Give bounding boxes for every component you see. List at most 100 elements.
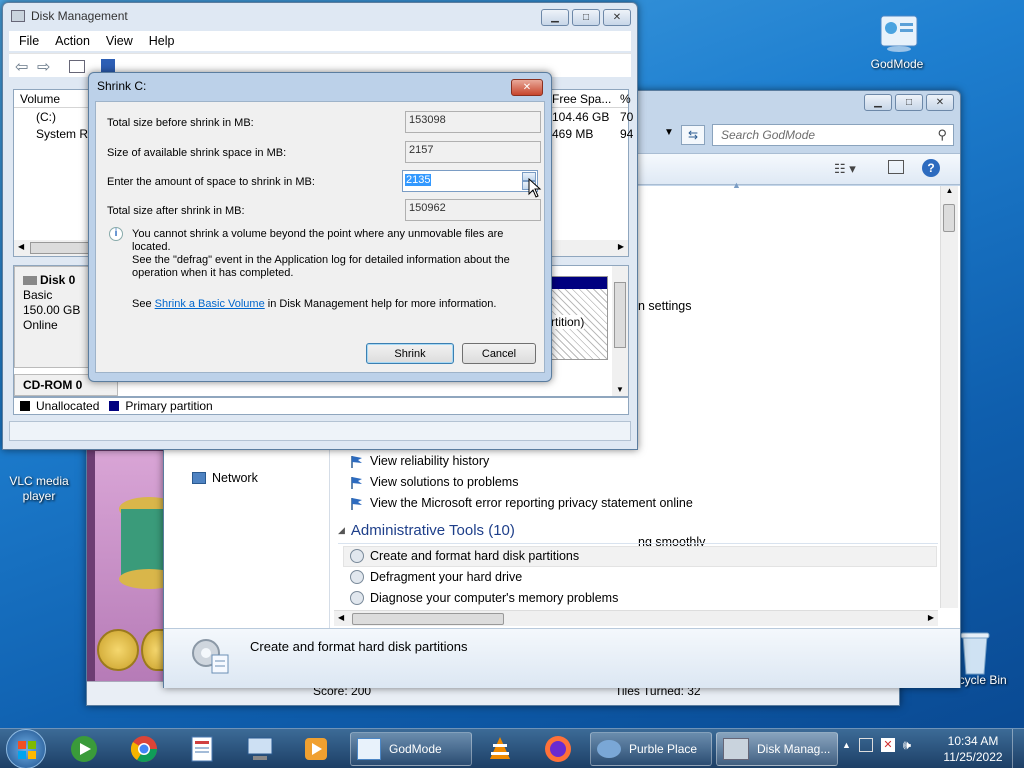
help-icon[interactable]: ? — [922, 159, 940, 177]
link-error-reporting-privacy[interactable]: View the Microsoft error reporting priva… — [350, 496, 693, 510]
scroll-right-icon[interactable]: ▶ — [618, 242, 624, 251]
shrink-dialog-body: Total size before shrink in MB: 153098 S… — [95, 101, 545, 373]
pinned-remote-desktop-icon[interactable] — [240, 733, 280, 765]
scrollbar-thumb[interactable] — [352, 613, 504, 625]
clock-time: 10:34 AM — [947, 734, 999, 748]
scroll-down-icon[interactable]: ▼ — [616, 385, 624, 394]
control-panel-icon — [877, 14, 918, 54]
nav-item-network[interactable]: Network — [192, 471, 258, 485]
admin-item-diagnose-memory[interactable]: Diagnose your computer's memory problems — [350, 591, 618, 605]
taskbar-button-purble-place[interactable]: Purble Place — [590, 732, 712, 766]
admin-item-create-format-partitions[interactable]: Create and format hard disk partitions — [350, 549, 579, 563]
scroll-left-icon[interactable]: ◀ — [18, 242, 24, 251]
maximize-button[interactable]: □ — [895, 94, 923, 111]
help-icon[interactable] — [101, 59, 115, 73]
volume-name: (C:) — [36, 110, 56, 124]
shrink-basic-volume-link[interactable]: Shrink a Basic Volume — [155, 298, 265, 310]
desktop-icon-vlc[interactable]: VLC media player — [4, 446, 74, 504]
collapse-triangle-icon[interactable]: ◢ — [338, 525, 345, 536]
desktop-icon-label: GodMode — [870, 57, 924, 71]
purble-place-icon — [597, 740, 621, 758]
scrollbar-thumb[interactable] — [614, 282, 626, 348]
amount-stepper[interactable]: 2135 — [402, 170, 538, 192]
menu-file[interactable]: File — [19, 34, 39, 48]
admin-tool-icon — [350, 549, 364, 563]
section-divider — [338, 543, 938, 544]
search-box[interactable]: Search GodMode ⚲ — [712, 124, 954, 146]
menu-help[interactable]: Help — [149, 34, 175, 48]
game-cake-image — [109, 489, 179, 599]
disk-icon — [23, 276, 37, 285]
show-desktop-button[interactable] — [1012, 729, 1024, 768]
back-arrow-icon[interactable]: ⇦ — [15, 57, 28, 77]
shrink-dialog: Shrink C: ✕ Total size before shrink in … — [88, 72, 552, 382]
cancel-button[interactable]: Cancel — [462, 343, 536, 364]
close-button[interactable]: ✕ — [511, 79, 543, 96]
menu-view[interactable]: View — [106, 34, 133, 48]
unallocated-swatch — [20, 401, 30, 411]
pinned-chrome-icon[interactable] — [124, 733, 164, 765]
scroll-right-icon[interactable]: ▶ — [928, 613, 934, 622]
help-reference: See Shrink a Basic Volume in Disk Manage… — [132, 298, 497, 310]
horizontal-scrollbar[interactable]: ◀ ▶ — [334, 610, 938, 626]
column-header-volume[interactable]: Volume — [20, 92, 60, 106]
taskbar-button-godmode[interactable]: GodMode — [350, 732, 472, 766]
shrink-dialog-titlebar: Shrink C: — [89, 73, 551, 99]
scrollbar-thumb[interactable] — [30, 242, 90, 254]
admin-item-defragment[interactable]: Defragment your hard drive — [350, 570, 522, 584]
preview-pane-icon[interactable] — [888, 160, 904, 174]
free-space: 469 MB — [552, 127, 594, 141]
window-controls: ▁ □ ✕ — [541, 9, 631, 26]
amount-input[interactable]: 2135 — [405, 174, 432, 186]
vertical-scrollbar[interactable]: ▲ — [940, 186, 958, 608]
scroll-up-icon[interactable]: ▲ — [941, 186, 958, 195]
close-button[interactable]: ✕ — [926, 94, 954, 111]
close-button[interactable]: ✕ — [603, 9, 631, 26]
view-options-icon[interactable]: ☷ ▾ — [834, 161, 856, 177]
shrink-button[interactable]: Shrink — [366, 343, 454, 364]
maximize-button[interactable]: □ — [572, 9, 600, 26]
start-button[interactable] — [6, 729, 46, 768]
search-input[interactable]: Search GodMode — [721, 128, 815, 142]
pinned-vlc-icon[interactable] — [480, 733, 520, 765]
menu-bar: File Action View Help — [9, 31, 631, 51]
scrollbar-thumb[interactable] — [943, 204, 955, 232]
partition-block[interactable]: rtition) — [550, 276, 608, 360]
network-icon[interactable] — [858, 738, 873, 752]
free-space: 104.46 GB — [552, 110, 610, 124]
address-dropdown-icon[interactable]: ▼ — [664, 127, 674, 138]
desktop-icon-godmode[interactable]: GodMode — [862, 14, 932, 71]
pinned-media-center-icon[interactable] — [296, 733, 336, 765]
taskbar-button-disk-management[interactable]: Disk Manag... — [716, 732, 838, 766]
minimize-button[interactable]: ▁ — [541, 9, 569, 26]
link-view-reliability-history[interactable]: View reliability history — [350, 454, 489, 468]
volume-name: System Re — [36, 127, 95, 141]
show-hidden-icons-icon[interactable]: ▲ — [842, 740, 851, 750]
volume-icon[interactable]: 🕪 — [903, 737, 911, 753]
pinned-windows-media-player-icon[interactable] — [64, 733, 104, 765]
scroll-left-icon[interactable]: ◀ — [338, 613, 344, 622]
section-header-administrative-tools[interactable]: ◢ Administrative Tools (10) — [338, 522, 515, 539]
details-pane: Create and format hard disk partitions — [164, 628, 960, 688]
recycle-bin-icon — [955, 630, 995, 675]
console-tree-icon[interactable] — [69, 60, 85, 73]
pinned-wordpad-icon[interactable] — [182, 733, 222, 765]
info-icon: i — [109, 227, 123, 241]
column-header-free-space[interactable]: Free Spa... — [552, 92, 611, 106]
column-header-percent[interactable]: % — [620, 92, 631, 106]
menu-action[interactable]: Action — [55, 34, 90, 48]
action-center-icon[interactable]: ✕ — [880, 738, 895, 752]
refresh-button[interactable]: ⇆ — [681, 125, 705, 145]
coin-icon — [97, 629, 139, 671]
network-icon — [192, 472, 206, 484]
vertical-scrollbar[interactable]: ▼ — [612, 266, 628, 396]
minimize-button[interactable]: ▁ — [864, 94, 892, 111]
mouse-cursor-icon — [528, 177, 542, 201]
forward-arrow-icon[interactable]: ⇨ — [37, 57, 50, 77]
total-before-value: 153098 — [405, 111, 541, 133]
link-view-solutions[interactable]: View solutions to problems — [350, 475, 518, 489]
admin-tool-icon — [350, 570, 364, 584]
collapse-arrow-icon: ▲ — [732, 180, 741, 190]
pinned-firefox-icon[interactable] — [538, 733, 578, 765]
clock[interactable]: 10:34 AM 11/25/2022 — [936, 733, 1010, 765]
